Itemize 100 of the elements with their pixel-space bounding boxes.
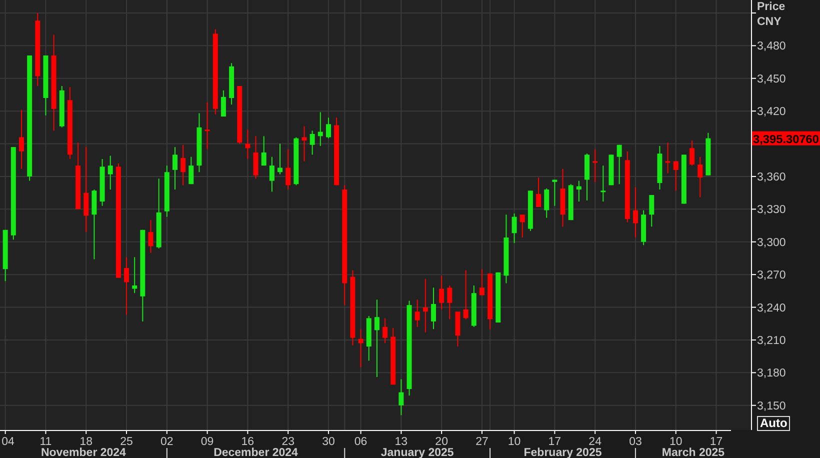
candlestick — [220, 90, 226, 118]
candlestick — [390, 327, 396, 386]
candlestick — [520, 214, 525, 238]
axis-label: 02 — [160, 436, 174, 448]
candlestick — [253, 136, 258, 180]
candlestick — [43, 54, 48, 116]
candlestick — [512, 213, 517, 244]
candlestick — [488, 272, 493, 330]
candlestick — [302, 126, 307, 162]
candlestick — [552, 179, 558, 206]
candlestick — [608, 154, 614, 186]
candlestick — [334, 117, 340, 186]
candlestick — [528, 190, 533, 232]
candlestick — [278, 143, 282, 175]
candlestick — [358, 328, 364, 368]
candlestick — [681, 154, 686, 204]
axis-label: 3,300 — [757, 236, 786, 249]
month-label: March 2025 — [662, 447, 725, 458]
candlestick — [172, 146, 178, 190]
axis-label: 3,150 — [757, 400, 786, 412]
axis-label: 11 — [40, 436, 52, 448]
auto-scale-button[interactable]: Auto — [757, 416, 790, 431]
axis-label: 3,210 — [757, 334, 786, 347]
axis-label: 10 — [508, 436, 521, 448]
axis-label: 3,420 — [757, 106, 786, 118]
candlestick — [269, 156, 274, 192]
axis-label: 10 — [669, 436, 682, 448]
candlestick — [196, 112, 202, 173]
candlestick — [326, 117, 331, 139]
candlestick — [188, 156, 194, 185]
candlestick — [560, 168, 566, 228]
candlestick — [698, 156, 703, 198]
candlestick — [665, 142, 670, 174]
candlestick — [422, 278, 428, 333]
month-label: November 2024 — [40, 447, 126, 458]
candlestick — [59, 86, 64, 128]
candlestick — [447, 284, 452, 320]
candlestick — [496, 272, 501, 324]
candlestick — [649, 194, 654, 228]
axis-label: 18 — [80, 436, 93, 448]
candlestick — [657, 145, 662, 190]
candlestick — [180, 144, 186, 186]
axis-label: 27 — [476, 436, 488, 448]
candlestick — [479, 268, 484, 296]
candlestick — [318, 112, 323, 146]
candlestick — [632, 186, 638, 238]
candlestick — [2, 229, 8, 282]
axis-label: 3,360 — [757, 171, 786, 184]
axis-label: 17 — [710, 436, 723, 448]
candlestick — [706, 132, 711, 176]
candlestick — [463, 270, 468, 320]
candlestick — [100, 158, 105, 206]
axis-label: 04 — [2, 436, 14, 448]
candlestick — [568, 184, 574, 221]
axis-label: 20 — [435, 436, 448, 448]
month-label: December 2024 — [214, 447, 298, 458]
candlestick — [148, 220, 154, 254]
axis-label: 16 — [241, 436, 254, 448]
candlestick — [382, 318, 388, 344]
axis-label: 23 — [282, 436, 294, 448]
candlestick — [398, 378, 404, 416]
axis-title: Price — [757, 1, 786, 13]
axis-label: 3,270 — [757, 270, 786, 282]
candlestick — [237, 86, 242, 144]
candlestick — [124, 256, 130, 316]
axis-label: 06 — [354, 436, 368, 448]
candlestick — [600, 165, 606, 202]
candlestick — [544, 188, 550, 218]
axis-label: 13 — [394, 436, 408, 448]
candlestick — [366, 315, 372, 362]
candlestick — [584, 153, 590, 201]
price-tag: 3,395.30760 — [752, 131, 820, 146]
candlestick — [229, 62, 234, 106]
axis-label: 3,330 — [757, 204, 786, 216]
candlestick — [576, 180, 582, 202]
axis-label: 3,180 — [757, 368, 786, 380]
candlestick — [245, 129, 250, 160]
candlestick — [132, 256, 138, 294]
candlestick — [431, 287, 436, 330]
candlestick — [439, 275, 444, 310]
candlestick — [261, 136, 266, 166]
axis-label: 30 — [322, 436, 335, 448]
candlestick — [471, 284, 476, 328]
candlestick — [294, 136, 299, 186]
candlestick — [641, 210, 646, 246]
candlestick — [92, 189, 97, 260]
candlestick — [673, 160, 678, 192]
candlestick — [592, 148, 598, 182]
candlestick — [455, 311, 460, 347]
candlestick — [310, 130, 315, 156]
candlestick — [204, 102, 210, 150]
axis-label: 3,240 — [757, 302, 786, 314]
axis-label: 09 — [200, 436, 214, 448]
currency-label: CNY — [757, 16, 782, 28]
candlestick — [108, 155, 113, 190]
candlestick — [156, 178, 162, 249]
candlestick — [504, 214, 509, 284]
candlestick — [414, 299, 420, 328]
axis-label: 17 — [548, 436, 562, 448]
candlestick — [164, 165, 170, 218]
